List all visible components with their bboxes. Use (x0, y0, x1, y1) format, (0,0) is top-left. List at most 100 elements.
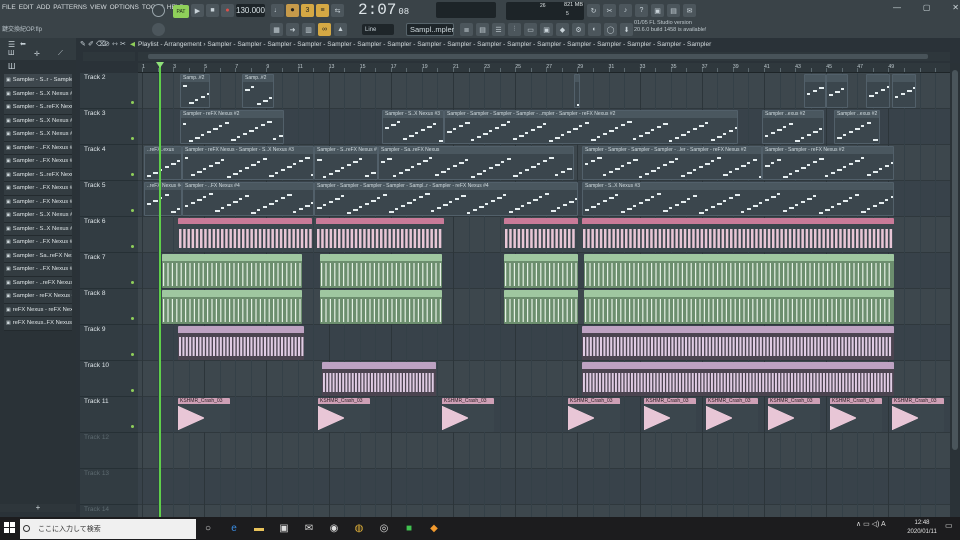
slice-tool-icon[interactable]: ✂ (120, 40, 126, 48)
playlist-icon[interactable]: ▦ (270, 23, 283, 36)
audio-clip[interactable]: KSHMR_Crash_03 (706, 398, 758, 432)
vertical-scroll-thumb[interactable] (952, 70, 958, 450)
pattern-song-toggle[interactable]: PAT (173, 5, 189, 18)
track-lane[interactable] (138, 505, 950, 517)
browser-item[interactable]: ▣reFX Nexus..FX Nexus #4 (4, 317, 72, 331)
playlist-grid[interactable]: Samp..#2 Samp..#2 Sampler - reFX Nexus #2 S… (138, 73, 950, 517)
edge-icon[interactable]: e (226, 521, 242, 536)
timeline-ruler[interactable]: 1 3 5 7 9 11 13 15 17 19 21 23 25 27 29 31 33 35 37 39 41 43 4… (138, 63, 950, 73)
taskbar-search-input[interactable]: ここに入力して検索 (20, 519, 196, 539)
audio-clip[interactable] (320, 290, 442, 324)
browser-add-button[interactable]: + (0, 504, 76, 512)
pattern-clip[interactable]: Samp..#2 (180, 74, 210, 108)
play-button[interactable]: ▶ (191, 4, 204, 17)
track-active-indicator[interactable] (131, 137, 134, 140)
track-active-indicator[interactable] (131, 281, 134, 284)
browser-item[interactable]: ▣ Sampler - S..r - Sampler (4, 74, 72, 88)
browser-icon[interactable]: ▭ (524, 23, 537, 36)
track-active-indicator[interactable] (131, 389, 134, 392)
dj-icon[interactable]: ◐ (588, 23, 601, 36)
browser-item[interactable]: ▣ Sampler - S..X Nexus #3 (4, 114, 72, 128)
slip-tool-icon[interactable]: ⇿ (112, 40, 118, 48)
refresh-icon[interactable]: ↻ (587, 4, 600, 17)
maximize-icon[interactable]: ▢ (923, 3, 931, 15)
pattern-clip[interactable]: Sampler - ..FX Nexus #4 (182, 182, 314, 216)
pattern-clip[interactable]: ..reFX Nexus #4 (144, 182, 182, 216)
update-hint[interactable]: 01/05 FL Studio version 20.6.0 build 145… (634, 20, 706, 34)
task-view-icon[interactable]: ○ (200, 521, 216, 536)
browser-item[interactable]: ▣ Sampler - S..reFX Nexus (4, 168, 72, 182)
browser-item[interactable]: ▣ Sampler - S..X Nexus #3 (4, 128, 72, 142)
horizontal-scroll-thumb[interactable] (148, 54, 928, 59)
close-icon[interactable]: ✕ (952, 3, 959, 15)
stop-button[interactable]: ■ (206, 4, 219, 17)
wait-input-icon[interactable]: ⏺ (286, 4, 299, 17)
windows-start-icon[interactable] (4, 522, 15, 533)
pattern-clip[interactable]: Sampler ..exus #2 (834, 110, 880, 144)
browser-item[interactable]: ▣ Sampler - S..X Nexus #3 (4, 222, 72, 236)
audio-clip[interactable]: KSHMR_Crash_03 (568, 398, 620, 432)
pattern-clip[interactable]: Sampler - Sampler - Sampler - Sampler - … (314, 182, 578, 216)
brush-tool-icon[interactable]: ✐ (88, 40, 94, 48)
track-header[interactable]: Track 3 (80, 109, 138, 145)
tempo-display[interactable]: 130.000 (236, 4, 265, 17)
menu-add[interactable]: ADD (37, 4, 51, 14)
patcher-icon[interactable]: ⚙ (572, 23, 585, 36)
step-edit-icon[interactable]: ≡ (316, 4, 329, 17)
pattern-clip[interactable]: Sampler - S..X Nexus #3 (582, 182, 894, 216)
camera-icon[interactable]: ◉ (326, 521, 342, 536)
ime-indicator[interactable]: A (881, 521, 886, 528)
browser-folder-icon[interactable]: Ш (8, 62, 15, 71)
track-header[interactable]: Track 5 (80, 181, 138, 217)
browser-tool-icon[interactable]: ⟋ (58, 50, 63, 58)
audio-clip[interactable] (504, 290, 578, 324)
fl-studio-taskbar-icon[interactable]: ◆ (426, 521, 442, 536)
browser-item[interactable]: ▣ Sampler - ..FX Nexus #4 (4, 155, 72, 169)
audio-clip[interactable] (162, 254, 302, 288)
record-button[interactable]: ● (221, 4, 234, 17)
slice-icon[interactable]: ▥ (302, 23, 315, 36)
link-icon[interactable]: ∞ (318, 23, 331, 36)
pattern-clip[interactable]: Sampler - S..reFX Nexus #2 (314, 146, 378, 180)
pattern-clip[interactable] (892, 74, 916, 108)
audio-clip[interactable]: KSHMR_Crash_03 (892, 398, 944, 432)
discord-icon[interactable]: ◎ (376, 521, 392, 536)
audio-clip[interactable]: KSHMR_Crash_03 (178, 398, 230, 432)
hat-icon[interactable]: ▲ (334, 23, 347, 36)
browser-item[interactable]: ▣Sampler - Sa..reFX Nexus (4, 249, 72, 263)
track-active-indicator[interactable] (131, 101, 134, 104)
piano-roll-icon[interactable]: ▤ (476, 23, 489, 36)
pattern-clip[interactable]: ..reFX..exus (144, 146, 182, 180)
track-active-indicator[interactable] (131, 245, 134, 248)
browser-item[interactable]: ▣ Sampler - S..X Nexus #2 (4, 87, 72, 101)
save-icon[interactable]: ▣ (651, 4, 664, 17)
track-active-indicator[interactable] (131, 317, 134, 320)
plugin-icon[interactable]: ▣ (540, 23, 553, 36)
browser-item[interactable]: ▣ Sampler - ..FX Nexus #2 (4, 141, 72, 155)
touch-icon[interactable]: ◯ (604, 23, 617, 36)
playhead-marker-icon[interactable] (156, 62, 164, 68)
track-active-indicator[interactable] (131, 353, 134, 356)
pattern-clip[interactable]: Sampler - reFX Nexus #2 (180, 110, 284, 144)
browser-back-icon[interactable]: ⬅ (20, 40, 26, 48)
audio-clip[interactable] (320, 254, 442, 288)
track-active-indicator[interactable] (131, 209, 134, 212)
file-explorer-icon[interactable]: ▬ (251, 521, 267, 536)
browser-menu-icon[interactable]: ☰ (8, 40, 15, 49)
browser-item[interactable]: ▣reFX Nexus - reFX Nexus (4, 303, 72, 317)
network-icon[interactable]: ▭ (863, 521, 870, 528)
taskbar-clock[interactable]: 12:48 2020/01/11 (902, 519, 942, 537)
chrome-icon[interactable]: ◍ (351, 521, 367, 536)
zoom-overview[interactable] (83, 52, 135, 61)
snap-mode-select[interactable]: Line (362, 24, 394, 35)
mail-icon[interactable]: ✉ (301, 521, 317, 536)
export-icon[interactable]: ▤ (667, 4, 680, 17)
audio-clip[interactable]: KSHMR_Crash_03 (768, 398, 820, 432)
pattern-clip[interactable] (804, 74, 826, 108)
track-header[interactable]: Track 9 (80, 325, 138, 361)
track-lane[interactable] (138, 469, 950, 505)
browser-item[interactable]: ▣Sampler - ..reFX Nexus #2 (4, 276, 72, 290)
audio-clip[interactable] (316, 218, 444, 252)
audio-clip[interactable]: KSHMR_Crash_03 (318, 398, 370, 432)
download-icon[interactable]: ⬇ (620, 23, 633, 36)
